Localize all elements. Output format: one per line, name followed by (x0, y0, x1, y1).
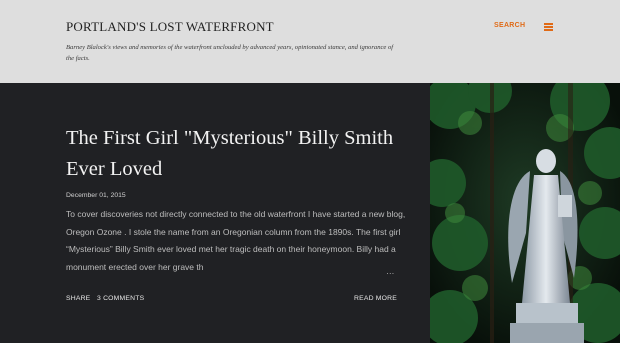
post-featured-image[interactable] (430, 83, 620, 343)
post-snippet: To cover discoveries not directly connec… (66, 209, 406, 272)
site-tagline: Barney Blalock's views and memories of t… (66, 44, 394, 62)
site-header: PORTLAND'S LOST WATERFRONT Barney Blaloc… (0, 0, 620, 83)
site-title[interactable]: PORTLAND'S LOST WATERFRONT (66, 19, 274, 35)
search-button[interactable]: SEARCH (494, 22, 525, 29)
post-card: The First Girl "Mysterious" Billy Smith … (0, 83, 430, 343)
post-date[interactable]: December 01, 2015 (66, 192, 126, 199)
read-more-link[interactable]: READ MORE (354, 295, 397, 302)
hamburger-menu-icon[interactable] (544, 22, 553, 31)
post-title[interactable]: The First Girl "Mysterious" Billy Smith … (66, 123, 396, 185)
comments-link[interactable]: 3 COMMENTS (97, 295, 144, 302)
snippet-fade (250, 263, 310, 283)
share-button[interactable]: SHARE (66, 295, 90, 302)
snippet-ellipsis: … (386, 266, 395, 276)
